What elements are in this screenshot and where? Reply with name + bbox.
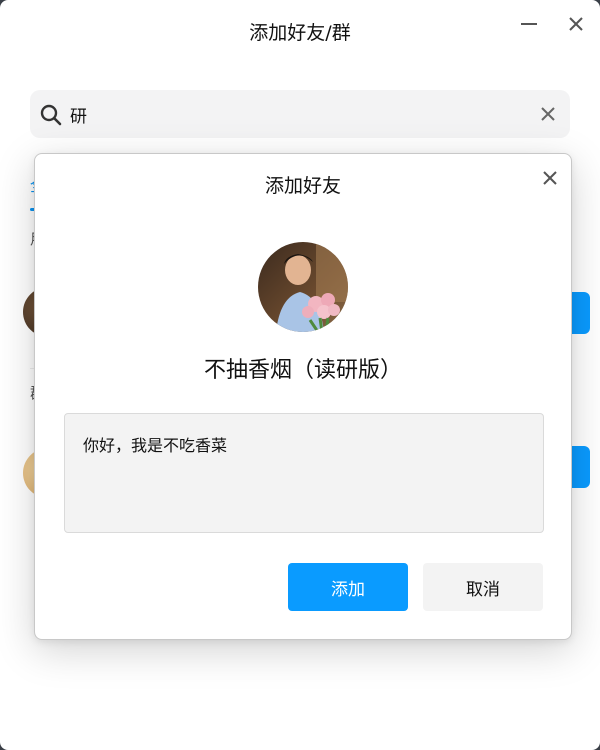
search-icon xyxy=(40,104,62,126)
verification-message-input[interactable]: 你好，我是不吃香菜 xyxy=(64,413,544,533)
cancel-button[interactable]: 取消 xyxy=(423,563,543,611)
dialog-close-button[interactable] xyxy=(538,166,562,190)
avatar-photo xyxy=(258,242,348,332)
search-input[interactable] xyxy=(70,100,510,128)
add-button[interactable]: 添加 xyxy=(288,563,408,611)
close-icon xyxy=(569,17,583,31)
close-icon xyxy=(543,171,557,185)
dialog-title: 添加好友 xyxy=(264,175,341,197)
minimize-icon xyxy=(521,23,537,25)
contact-name: 不抽香烟（读研版） xyxy=(203,358,402,383)
window-close-button[interactable] xyxy=(562,10,590,38)
search-box xyxy=(30,90,570,138)
clear-icon[interactable] xyxy=(538,104,558,124)
add-friend-dialog: 添加好友 不抽香烟（读研版） 你好，我是不吃香菜 添加 取消 xyxy=(34,153,572,640)
minimize-button[interactable] xyxy=(515,10,543,38)
window-title: 添加好友/群 xyxy=(249,22,351,44)
avatar xyxy=(258,242,348,332)
